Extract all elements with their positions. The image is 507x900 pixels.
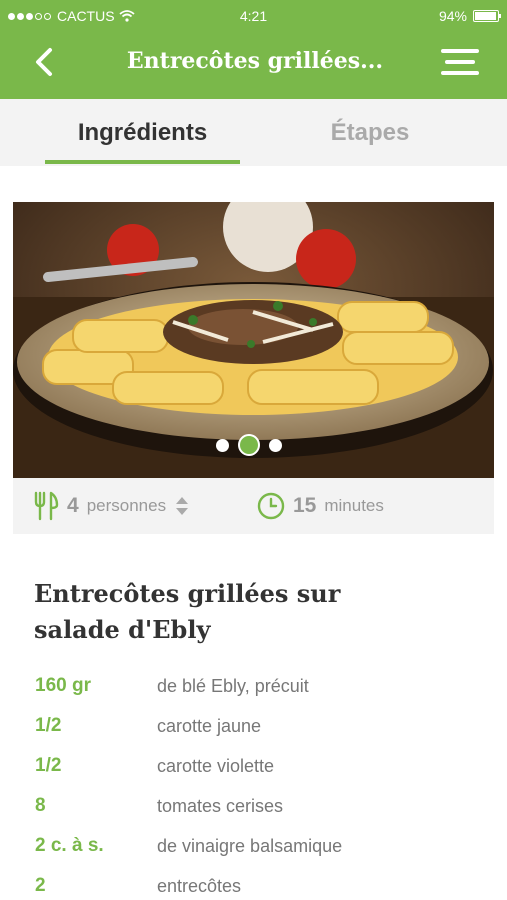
ingredient-name: de blé Ebly, précuit [157, 676, 309, 696]
chevron-left-icon [36, 48, 52, 76]
tab-bar: Ingrédients Étapes [0, 99, 507, 166]
battery-percent: 94% [438, 8, 467, 24]
tab-etapes[interactable]: Étapes [275, 119, 465, 147]
servings-count: 4 [67, 494, 79, 517]
stepper-updown-icon[interactable] [174, 495, 190, 517]
ingredient-quantity: 2 c. à s. [35, 835, 104, 856]
ingredient-row: 2 c. à s. de vinaigre balsamique [0, 827, 507, 867]
duration-info: 15 minutes [257, 478, 384, 534]
battery-indicator: 94% [438, 8, 501, 24]
carousel-dot[interactable] [216, 438, 229, 452]
ingredient-quantity: 1/2 [35, 715, 62, 736]
tab-ingredients[interactable]: Ingrédients [45, 119, 240, 147]
page-title: Entrecôtes grillées... [126, 48, 384, 74]
carousel-dot[interactable] [269, 438, 282, 452]
ingredient-name: carotte violette [157, 756, 275, 776]
servings-control[interactable]: 4 personnes [33, 478, 190, 534]
ingredient-name: carotte jaune [157, 716, 262, 736]
back-button[interactable] [26, 44, 62, 80]
recipe-title-line: salade d'Ebly [34, 615, 211, 644]
duration-unit: minutes [324, 496, 384, 515]
battery-icon [473, 10, 501, 22]
ingredient-row: 160 gr de blé Ebly, précuit [0, 667, 507, 707]
clock-icon [257, 492, 285, 520]
servings-label: personnes [86, 496, 167, 515]
ingredient-name: de vinaigre balsamique [157, 836, 343, 856]
ingredient-row: 8 tomates cerises [0, 787, 507, 827]
ingredient-quantity: 8 [35, 795, 46, 816]
duration-value: 15 [293, 494, 317, 517]
menu-button[interactable] [441, 46, 479, 78]
hamburger-menu-icon [441, 49, 479, 75]
status-bar: CACTUS 4:21 94% [0, 0, 507, 32]
ingredient-row: 1/2 carotte violette [0, 747, 507, 787]
recipe-title-line: Entrecôtes grillées sur [34, 579, 341, 608]
recipe-info-bar: 4 personnes 15 minutes [13, 478, 494, 534]
status-time: 4:21 [239, 8, 268, 24]
cutlery-icon [34, 491, 59, 521]
ingredient-row: 2 entrecôtes [0, 867, 507, 900]
ingredient-row: 1/2 carotte jaune [0, 707, 507, 747]
active-tab-indicator [45, 160, 240, 164]
ingredient-name: tomates cerises [157, 796, 284, 816]
ingredient-quantity: 1/2 [35, 755, 62, 776]
recipe-title: Entrecôtes grillées sur salade d'Ebly [34, 576, 474, 648]
carousel-dot-active[interactable] [238, 434, 260, 456]
image-carousel-indicator[interactable] [216, 434, 282, 456]
app-header: CACTUS 4:21 94% Entrecôtes grillées... [0, 0, 507, 99]
ingredient-name: entrecôtes [157, 876, 242, 896]
ingredient-quantity: 2 [35, 875, 46, 896]
ingredient-quantity: 160 gr [35, 675, 91, 696]
